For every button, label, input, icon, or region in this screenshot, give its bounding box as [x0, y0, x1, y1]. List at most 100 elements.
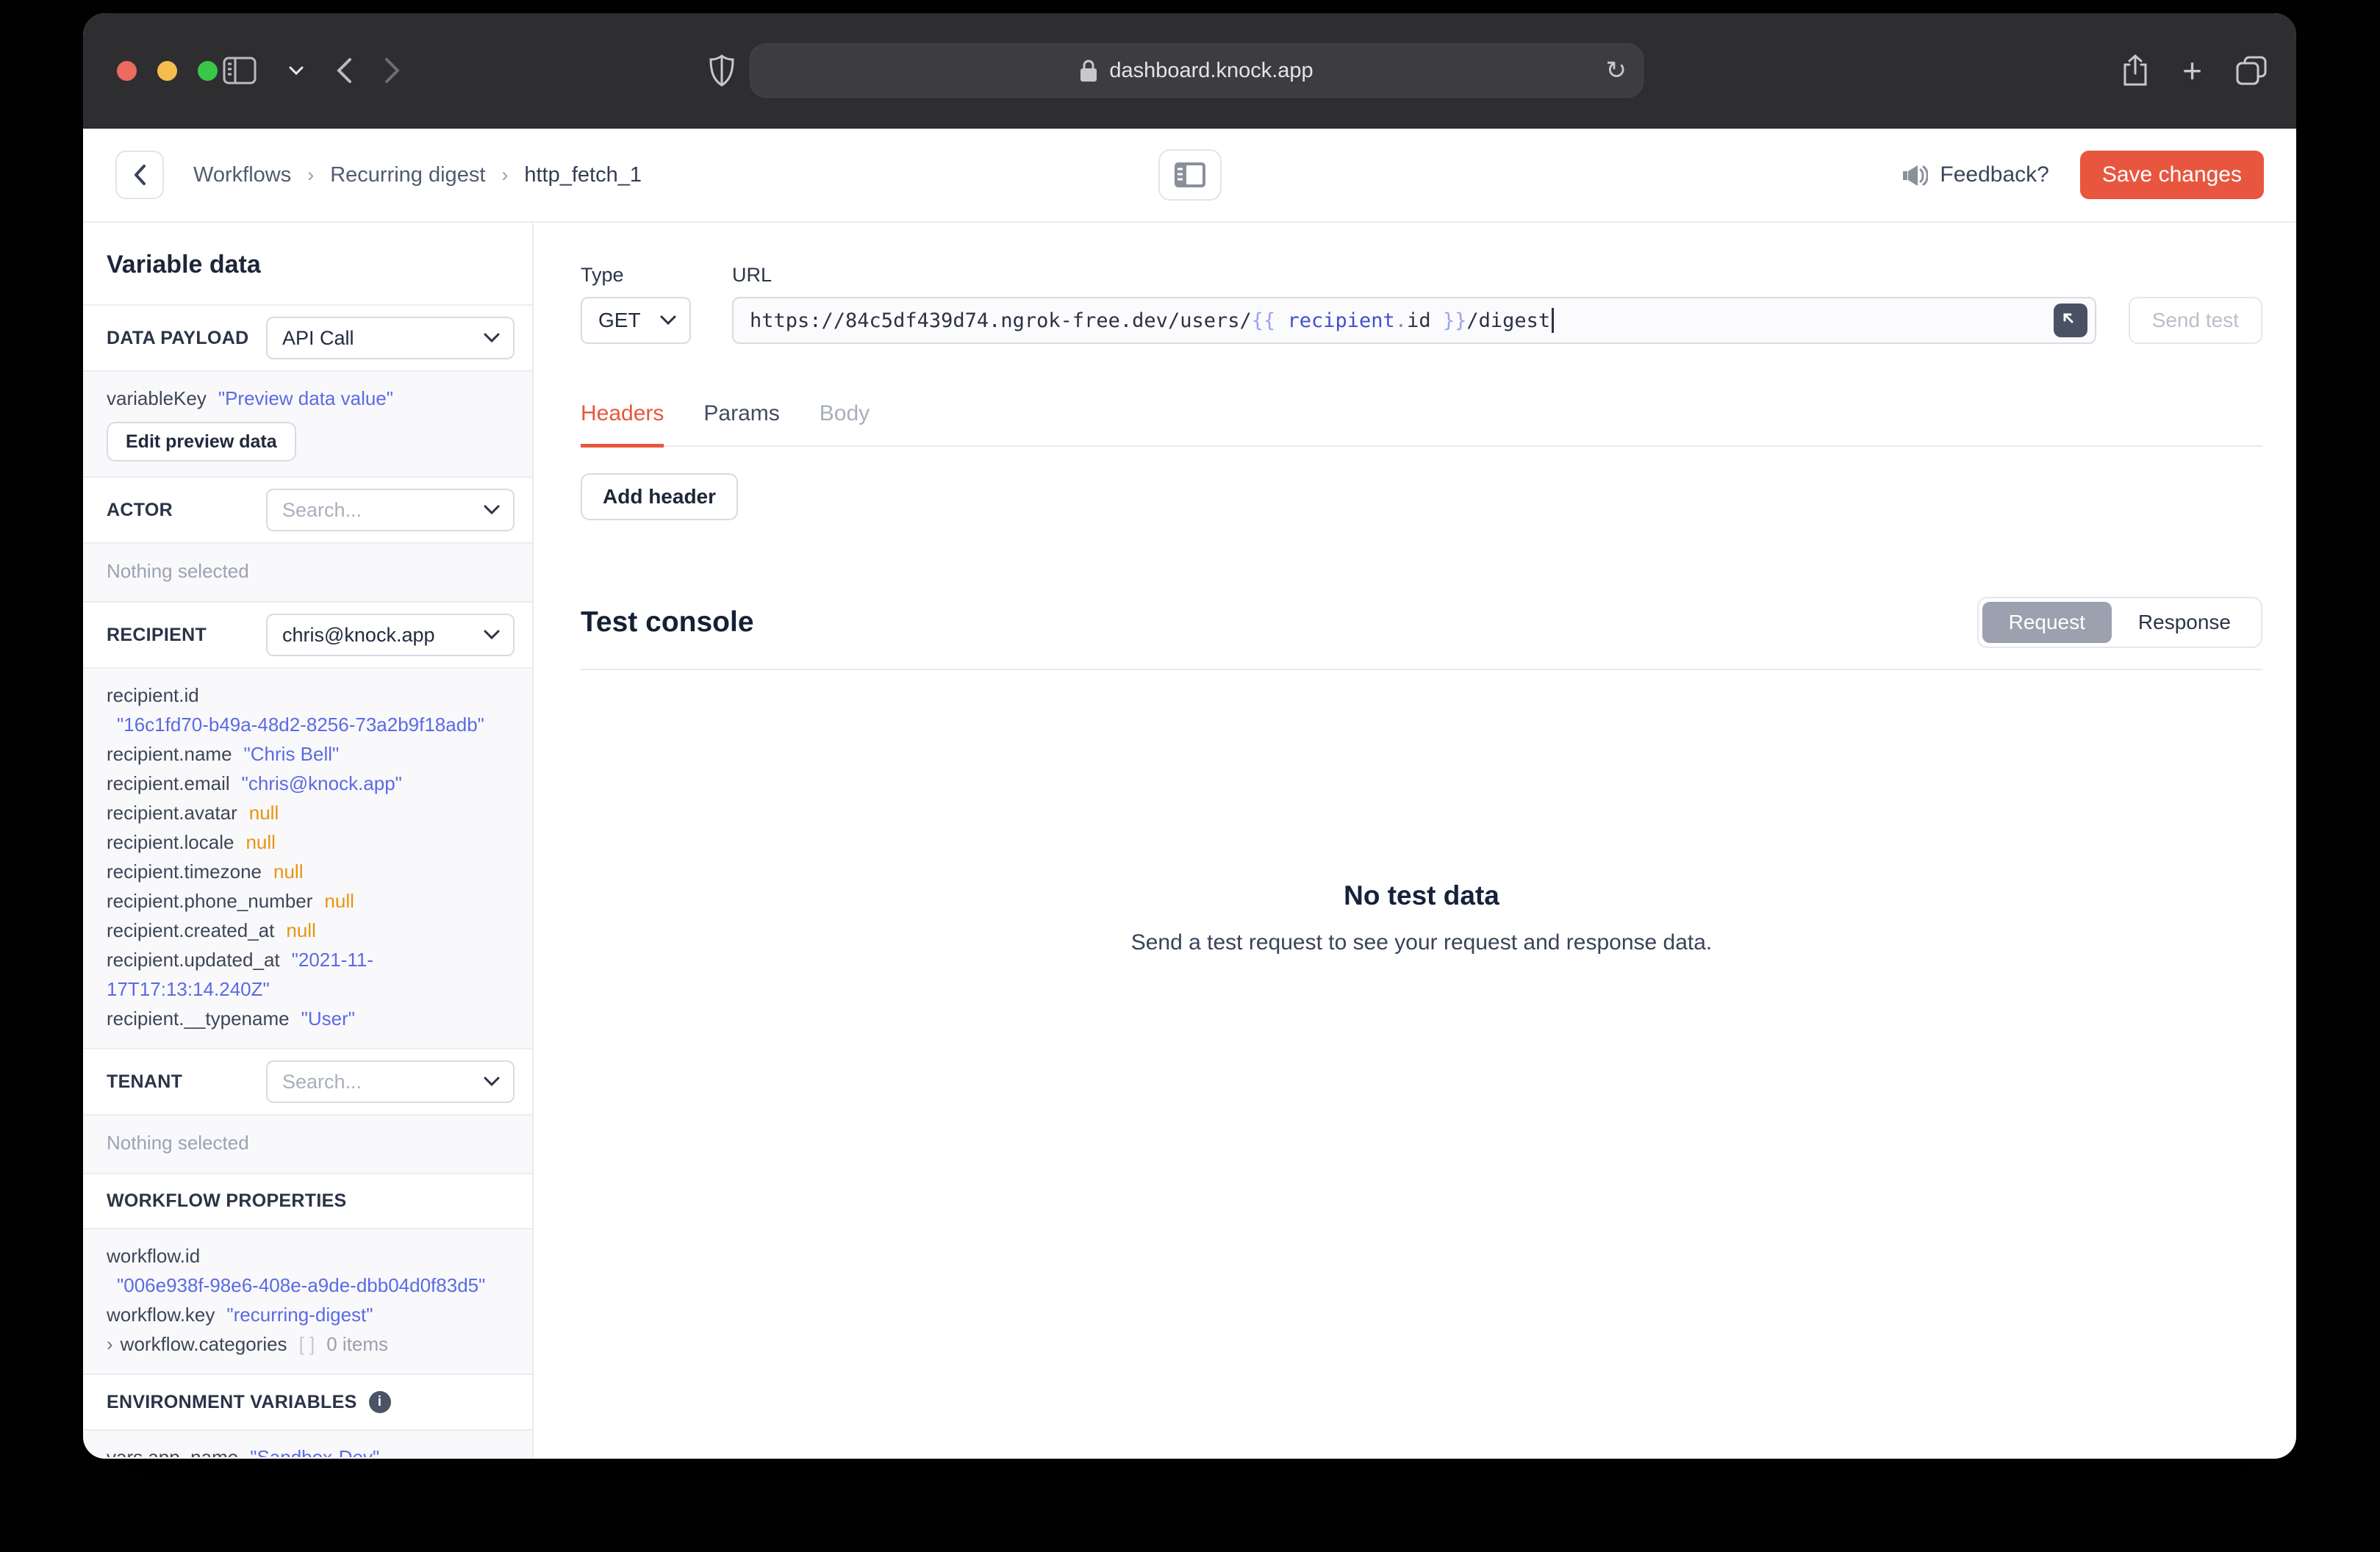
close-window-button[interactable]: [117, 60, 137, 81]
vars-app-name-row: vars.app_name "Sandbox-Dev": [107, 1446, 380, 1457]
url-label: URL: [732, 264, 773, 286]
edit-preview-data-button[interactable]: Edit preview data: [107, 422, 296, 461]
url-variable: recipient: [1287, 309, 1395, 332]
data-payload-select[interactable]: API Call: [266, 317, 515, 359]
tab-headers[interactable]: Headers: [581, 401, 664, 448]
recipient-locale-row: recipient.locale null: [107, 831, 276, 853]
address-bar-url: dashboard.knock.app: [1109, 58, 1313, 82]
megaphone-icon: [1903, 165, 1929, 186]
back-button[interactable]: [115, 151, 164, 199]
tenant-placeholder: Search...: [282, 1070, 362, 1093]
variable-data-sidebar: Variable data DATA PAYLOAD API Call vari…: [83, 223, 534, 1457]
method-select[interactable]: GET: [581, 297, 691, 344]
panel-layout-icon: [1174, 162, 1205, 187]
toggle-sidebar-panel-button[interactable]: [1158, 149, 1222, 201]
url-column: URL https://84c5df439d74.ngrok-free.dev/…: [732, 264, 2096, 344]
workflow-categories-row[interactable]: › workflow.categories[ ] 0 items: [107, 1329, 509, 1359]
empty-state-title: No test data: [1344, 880, 1499, 910]
chevron-down-icon: [484, 505, 500, 515]
forward-icon[interactable]: [384, 57, 401, 84]
minimize-window-button[interactable]: [157, 60, 177, 81]
recipient-name-row: recipient.name "Chris Bell": [107, 743, 340, 765]
empty-state-subtitle: Send a test request to see your request …: [1130, 930, 1713, 955]
test-console-header: Test console Request Response: [581, 596, 2262, 648]
recipient-id-key-row: recipient.id: [107, 680, 509, 710]
breadcrumb: Workflows › Recurring digest › http_fetc…: [193, 163, 642, 187]
sidebar-toggle-icon[interactable]: [223, 57, 257, 85]
actor-empty-block: Nothing selected: [83, 542, 532, 603]
tab-body[interactable]: Body: [820, 401, 870, 445]
tab-params[interactable]: Params: [703, 401, 779, 445]
recipient-row: RECIPIENT chris@knock.app: [83, 603, 532, 667]
workflow-key-row: workflow.key "recurring-digest": [107, 1304, 373, 1326]
actor-select[interactable]: Search...: [266, 489, 515, 531]
request-controls: Type GET URL https://84c5df439d74.ngrok-…: [581, 264, 2262, 344]
recipient-id-value-row: "16c1fd70-b49a-48d2-8256-73a2b9f18adb": [107, 710, 509, 739]
toggle-response[interactable]: Response: [2112, 602, 2257, 643]
new-tab-icon[interactable]: +: [2182, 54, 2202, 87]
actor-row: ACTOR Search...: [83, 478, 532, 542]
privacy-shield-icon[interactable]: [709, 13, 734, 128]
send-test-button[interactable]: Send test: [2128, 297, 2262, 344]
breadcrumb-separator: ›: [307, 163, 315, 186]
url-input[interactable]: https://84c5df439d74.ngrok-free.dev/user…: [732, 297, 2096, 344]
recipient-phone-row: recipient.phone_number null: [107, 890, 354, 912]
breadcrumb-workflows[interactable]: Workflows: [193, 163, 291, 187]
url-suffix: /digest: [1466, 309, 1551, 332]
sidebar-menu-chevron-down-icon[interactable]: [289, 66, 304, 76]
tenant-label: TENANT: [107, 1071, 183, 1092]
preview-value: "Preview data value": [218, 387, 393, 409]
expand-url-editor-button[interactable]: [2053, 303, 2087, 337]
reload-icon[interactable]: ↻: [1606, 56, 1627, 85]
categories-count: 0 items: [326, 1333, 389, 1355]
recipient-select[interactable]: chris@knock.app: [266, 614, 515, 656]
tenant-row: TENANT Search...: [83, 1049, 532, 1114]
sidebar-title: Variable data: [107, 251, 261, 279]
breadcrumb-step-name: http_fetch_1: [524, 162, 642, 187]
lock-icon: [1080, 59, 1097, 82]
method-value: GET: [598, 309, 641, 331]
tenant-select[interactable]: Search...: [266, 1060, 515, 1103]
address-bar[interactable]: dashboard.knock.app ↻: [750, 43, 1644, 98]
data-payload-label: DATA PAYLOAD: [107, 327, 249, 348]
url-base: https://84c5df439d74.ngrok-free.dev/user…: [750, 309, 1252, 332]
window-controls: [117, 13, 218, 128]
preview-data-block: variableKey "Preview data value" Edit pre…: [83, 370, 532, 478]
preview-key: variableKey: [107, 387, 207, 409]
environment-variables-heading: ENVIRONMENT VARIABLES i: [83, 1375, 532, 1429]
chrome-right-toolbar: +: [2122, 13, 2267, 128]
url-close-brace: }}: [1430, 309, 1467, 332]
no-test-data-empty-state: No test data Send a test request to see …: [581, 880, 2262, 955]
info-icon[interactable]: i: [368, 1391, 391, 1413]
breadcrumb-workflow-name[interactable]: Recurring digest: [330, 163, 485, 187]
add-header-button[interactable]: Add header: [581, 473, 739, 520]
share-icon[interactable]: [2122, 54, 2148, 87]
toggle-request[interactable]: Request: [1982, 601, 2112, 643]
categories-brackets: [ ]: [298, 1333, 315, 1355]
header-actions: Feedback? Save changes: [1902, 151, 2264, 199]
request-response-toggle: Request Response: [1976, 596, 2262, 648]
workflow-id-key-row: workflow.id: [107, 1245, 201, 1267]
fullscreen-window-button[interactable]: [198, 60, 218, 81]
environment-variables-label: ENVIRONMENT VARIABLES: [107, 1391, 357, 1412]
workflow-properties-block: workflow.id "006e938f-98e6-408e-a9de-dbb…: [83, 1228, 532, 1375]
tab-overview-icon[interactable]: [2236, 56, 2267, 85]
expand-chevron-icon[interactable]: ›: [107, 1333, 113, 1355]
recipient-updated-row: recipient.updated_at "2021-11-17T17:13:14…: [107, 949, 374, 1000]
chevron-left-icon: [135, 165, 146, 185]
url-dot: .: [1394, 309, 1408, 332]
recipient-email-row: recipient.email "chris@knock.app": [107, 772, 402, 794]
recipient-timezone-row: recipient.timezone null: [107, 861, 304, 883]
actor-placeholder: Search...: [282, 498, 362, 521]
feedback-label: Feedback?: [1940, 162, 2049, 187]
chevron-down-icon: [660, 315, 676, 326]
back-icon[interactable]: [336, 57, 352, 84]
save-changes-button[interactable]: Save changes: [2079, 151, 2264, 199]
tenant-empty-note: Nothing selected: [107, 1132, 249, 1154]
browser-window: dashboard.knock.app ↻ + Workflows › Recu…: [83, 13, 2296, 1459]
chrome-left-toolbar: [223, 13, 401, 128]
request-tabs: Headers Params Body: [581, 401, 2262, 448]
method-column: Type GET: [581, 264, 691, 344]
browser-chrome: dashboard.knock.app ↻ +: [83, 13, 2296, 129]
feedback-link[interactable]: Feedback?: [1902, 162, 2049, 187]
